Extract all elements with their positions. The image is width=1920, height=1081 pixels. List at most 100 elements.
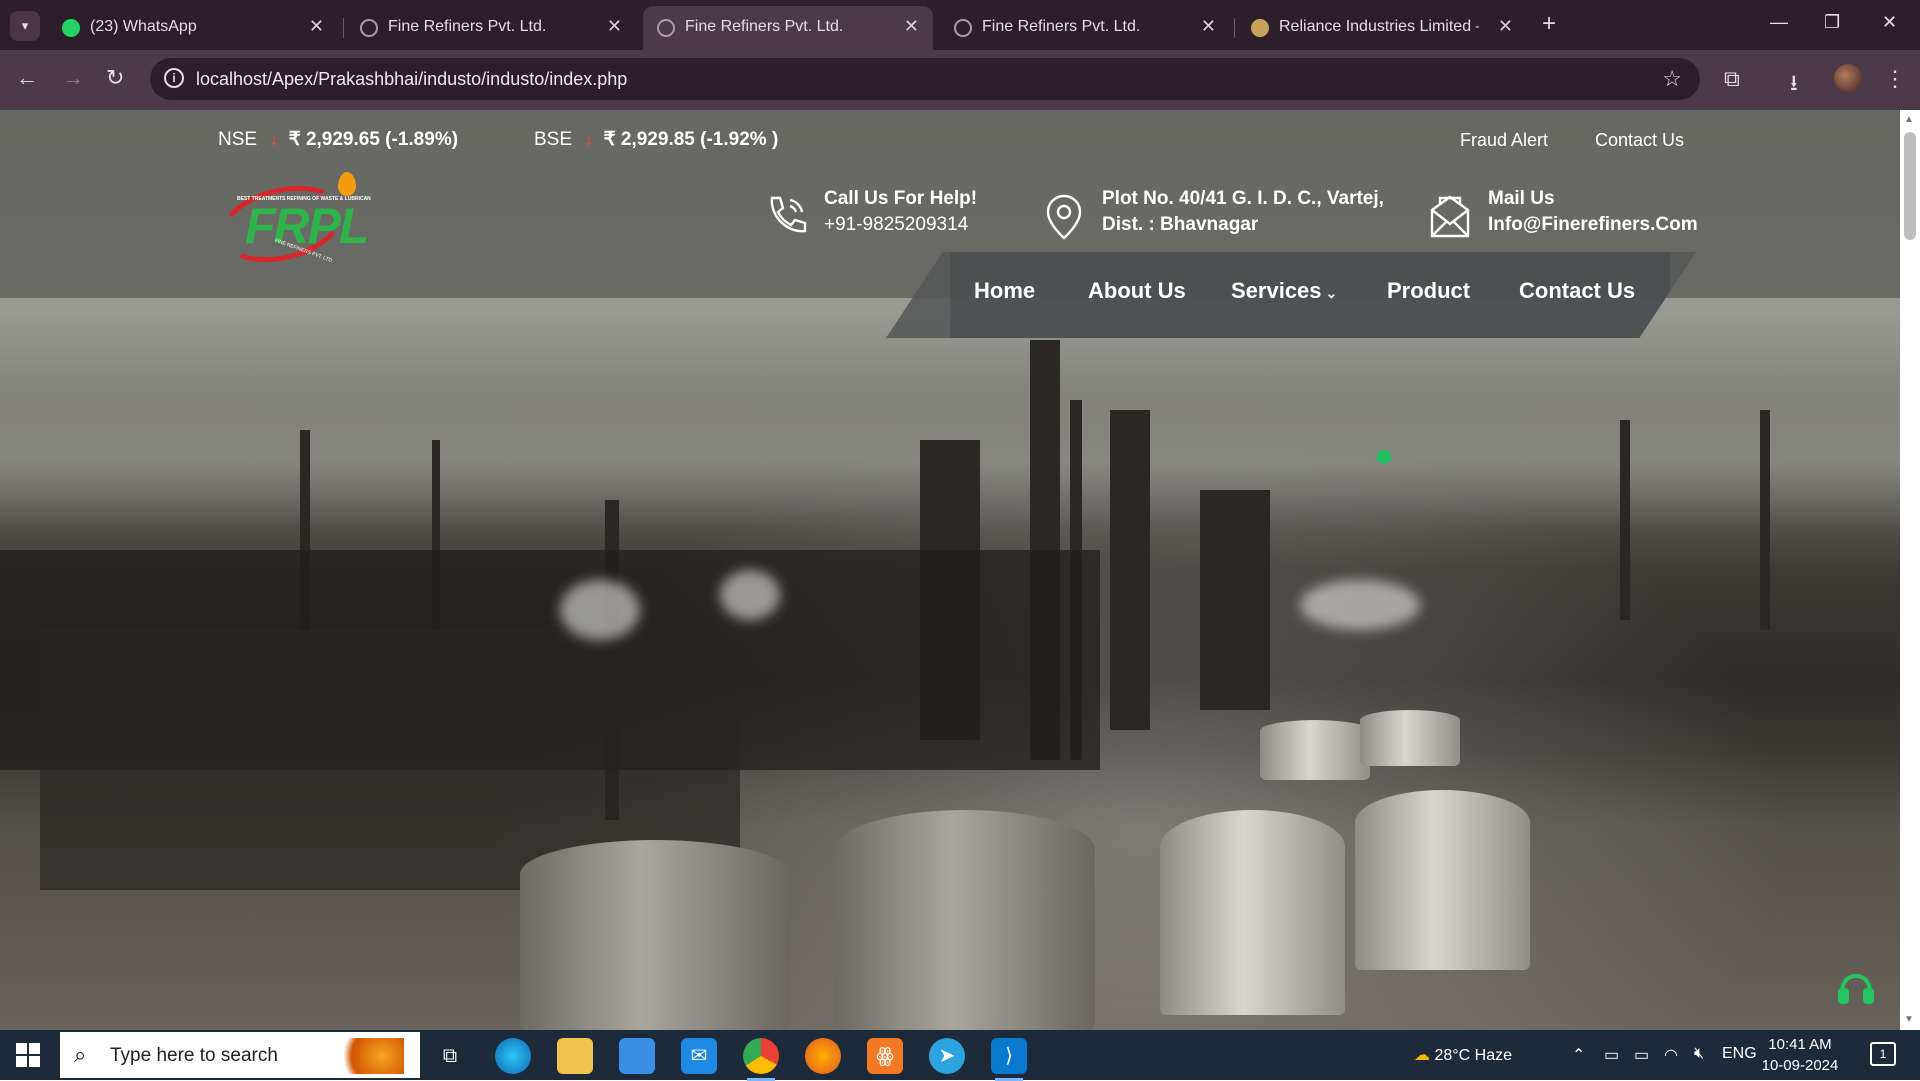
notification-center-icon[interactable]: 1 [1870, 1042, 1896, 1066]
edge-icon[interactable] [495, 1038, 531, 1074]
bse-value: ₹ 2,929.85 (-1.92% ) [603, 129, 779, 150]
headset-support-icon[interactable] [1836, 968, 1876, 1008]
meet-now-icon[interactable]: ▭ [1604, 1045, 1619, 1065]
browser-toolbar: ← → ↻ i localhost/Apex/Prakashbhai/indus… [0, 50, 1920, 110]
tab-strip: ▾ (23) WhatsApp ✕ Fine Refiners Pvt. Ltd… [0, 0, 1920, 50]
mail-icon [1430, 195, 1470, 238]
reload-icon[interactable]: ↻ [106, 65, 124, 91]
tab-reliance[interactable]: Reliance Industries Limited – Pe ✕ [1237, 6, 1527, 50]
close-tab-icon[interactable]: ✕ [309, 16, 324, 37]
close-window-icon[interactable]: ✕ [1882, 12, 1897, 33]
call-title: Call Us For Help! [824, 188, 978, 209]
reliance-icon [1251, 19, 1269, 37]
task-view-icon[interactable]: ⧉ [432, 1038, 468, 1074]
nav-product[interactable]: Product [1387, 278, 1470, 304]
tab-search-button[interactable]: ▾ [10, 11, 40, 41]
microsoft-store-icon[interactable] [619, 1038, 655, 1074]
search-icon: ⌕ [74, 1042, 87, 1067]
nse-value: ₹ 2,929.65 (-1.89%) [288, 129, 459, 150]
storage-tank [1360, 710, 1460, 766]
whatsapp-icon [62, 19, 80, 37]
search-highlight-image [330, 1038, 404, 1074]
weather-widget[interactable]: ☁ 28°C Haze [1414, 1045, 1512, 1065]
logo-text: FRPL [245, 198, 370, 254]
vscode-icon[interactable]: ⟩ [991, 1038, 1027, 1081]
minimize-icon[interactable]: — [1770, 12, 1788, 33]
tab-divider [1234, 18, 1235, 38]
tab-title: Fine Refiners Pvt. Ltd. [388, 18, 547, 35]
volume-mute-icon[interactable]: 🔇︎ [1694, 1045, 1704, 1063]
storage-tank [1160, 810, 1345, 1015]
tab-title: Fine Refiners Pvt. Ltd. [685, 18, 844, 35]
file-explorer-icon[interactable] [557, 1038, 593, 1074]
xampp-icon[interactable]: ꙮ [867, 1038, 903, 1074]
new-tab-icon[interactable]: + [1542, 10, 1556, 38]
close-tab-icon[interactable]: ✕ [607, 16, 622, 37]
show-hidden-icons-icon[interactable]: ⌃ [1572, 1045, 1585, 1065]
chrome-icon[interactable] [743, 1038, 779, 1081]
close-tab-icon[interactable]: ✕ [1201, 16, 1216, 37]
frpl-logo[interactable]: FRPL BEST TREATMENTS REFINING OF WASTE &… [212, 172, 375, 275]
storage-tank [520, 840, 790, 1030]
profile-avatar[interactable] [1834, 64, 1862, 92]
globe-icon [954, 19, 972, 37]
weather-text: 28°C Haze [1434, 1047, 1512, 1064]
back-icon[interactable]: ← [16, 65, 38, 91]
tab-divider [343, 18, 344, 38]
nav-about-us[interactable]: About Us [1088, 278, 1186, 304]
phone-icon [770, 196, 807, 233]
telegram-icon[interactable]: ➤ [929, 1038, 965, 1074]
nse-label: NSE [218, 129, 258, 150]
search-placeholder: Type here to search [110, 1045, 278, 1066]
nav-services[interactable]: Services ⌄ [1231, 278, 1337, 304]
forward-icon[interactable]: → [62, 65, 84, 91]
mail-app-icon[interactable]: ✉ [681, 1038, 717, 1074]
clock-time: 10:41 AM [1768, 1036, 1832, 1053]
fraud-alert-link[interactable]: Fraud Alert [1460, 130, 1548, 151]
mail-title: Mail Us [1488, 188, 1555, 209]
steam-plume [560, 580, 640, 640]
address-bar[interactable]: i localhost/Apex/Prakashbhai/industo/ind… [150, 58, 1700, 100]
bse-label: BSE [534, 129, 573, 150]
tab-title: Reliance Industries Limited – Pe [1279, 18, 1479, 35]
scrollbar-thumb[interactable] [1904, 132, 1916, 240]
download-icon[interactable]: ⭳ [1790, 66, 1798, 104]
tab-fine-refiners-3[interactable]: Fine Refiners Pvt. Ltd. ✕ [940, 6, 1230, 50]
nav-contact-us[interactable]: Contact Us [1519, 278, 1635, 304]
battery-icon[interactable]: ▭ [1634, 1045, 1649, 1065]
steam-plume [720, 570, 780, 620]
browser-menu-icon[interactable]: ⋮ [1884, 66, 1906, 92]
firefox-icon[interactable] [805, 1038, 841, 1074]
scroll-up-icon[interactable]: ▲ [1904, 114, 1914, 125]
tab-whatsapp[interactable]: (23) WhatsApp ✕ [48, 6, 338, 50]
webpage: NSE ↓ ₹ 2,929.65 (-1.89%) BSE ↓ ₹ 2,929.85 (… [0, 110, 1900, 1030]
address-line2: Dist. : Bhavnagar [1102, 214, 1259, 235]
top-contact-us-link[interactable]: Contact Us [1595, 130, 1684, 151]
tab-title: Fine Refiners Pvt. Ltd. [982, 18, 1141, 35]
tab-fine-refiners-2[interactable]: Fine Refiners Pvt. Ltd. ✕ [643, 6, 933, 50]
taskbar-search[interactable]: ⌕ Type here to search [60, 1032, 420, 1078]
wifi-icon[interactable]: ◠ [1664, 1045, 1678, 1065]
site-info-icon[interactable]: i [164, 68, 184, 88]
down-arrow-icon: ↓ [584, 129, 594, 150]
nav-home[interactable]: Home [974, 278, 1035, 304]
down-arrow-icon: ↓ [269, 129, 279, 150]
call-number[interactable]: +91-9825209314 [824, 214, 968, 236]
address-line1: Plot No. 40/41 G. I. D. C., Vartej, [1102, 188, 1384, 209]
slider-indicator-dot[interactable] [1377, 450, 1391, 464]
close-tab-icon[interactable]: ✕ [1498, 16, 1513, 37]
clock-date: 10-09-2024 [1761, 1057, 1839, 1074]
url-text[interactable]: localhost/Apex/Prakashbhai/industo/indus… [196, 69, 627, 90]
mail-address[interactable]: Info@Finerefiners.Com [1488, 214, 1698, 236]
extensions-icon[interactable]: ⧉ [1724, 66, 1740, 92]
restore-icon[interactable]: ❐ [1824, 12, 1840, 33]
system-clock[interactable]: 10:41 AM 10-09-2024 [1752, 1034, 1848, 1076]
bookmark-star-icon[interactable]: ☆ [1662, 66, 1682, 92]
steam-plume [1300, 580, 1420, 630]
tab-fine-refiners-1[interactable]: Fine Refiners Pvt. Ltd. ✕ [346, 6, 636, 50]
refinery-unit [1200, 490, 1270, 710]
close-tab-icon[interactable]: ✕ [904, 16, 919, 37]
scroll-down-icon[interactable]: ▼ [1904, 1014, 1914, 1025]
windows-start-icon[interactable] [16, 1043, 40, 1067]
page-scrollbar[interactable]: ▲ ▼ [1900, 110, 1920, 1030]
